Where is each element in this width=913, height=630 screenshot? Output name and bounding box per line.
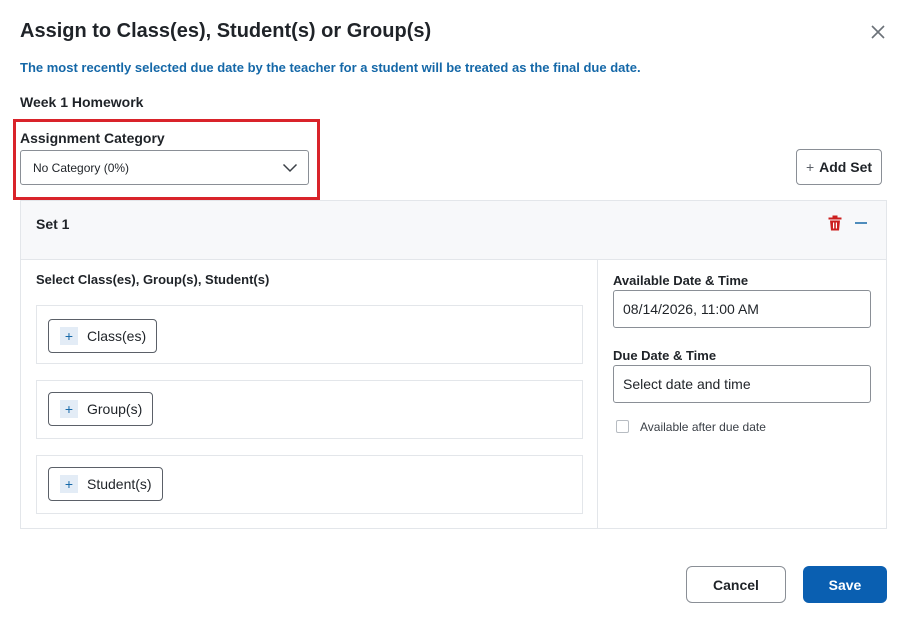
select-targets-label: Select Class(es), Group(s), Student(s) [36,272,270,287]
collapse-set-button[interactable] [852,214,870,232]
add-set-label: Add Set [819,159,873,175]
add-classes-label: Class(es) [87,328,147,344]
delete-set-button[interactable] [828,215,842,231]
close-icon [871,25,885,39]
save-button[interactable]: Save [803,566,887,603]
assignment-name: Week 1 Homework [20,94,144,110]
available-after-due-checkbox[interactable] [616,420,629,433]
plus-icon: + [60,400,78,418]
set-title: Set 1 [36,216,70,232]
close-button[interactable] [866,20,890,44]
due-date-label: Due Date & Time [613,348,717,363]
available-after-due-label: Available after due date [640,420,766,434]
dialog-title: Assign to Class(es), Student(s) or Group… [20,20,432,42]
minus-icon [855,222,867,224]
add-students-button[interactable]: + Student(s) [48,467,163,501]
add-classes-button[interactable]: + Class(es) [48,319,158,353]
available-date-input[interactable]: 08/14/2026, 11:00 AM [613,290,871,328]
plus-icon: + [60,327,78,345]
due-date-input[interactable]: Select date and time [613,365,871,403]
trash-icon [828,215,842,231]
category-highlight-box [13,119,320,200]
add-students-label: Student(s) [87,476,152,492]
plus-icon: + [60,475,78,493]
plus-icon: + [805,159,815,175]
add-groups-label: Group(s) [87,401,143,417]
due-date-notice: The most recently selected due date by t… [20,60,641,75]
column-divider [597,260,598,529]
available-date-label: Available Date & Time [613,273,749,288]
add-groups-button[interactable]: + Group(s) [48,392,154,426]
add-set-button[interactable]: + Add Set [796,149,882,185]
cancel-button[interactable]: Cancel [686,566,786,603]
set-header [20,200,887,260]
